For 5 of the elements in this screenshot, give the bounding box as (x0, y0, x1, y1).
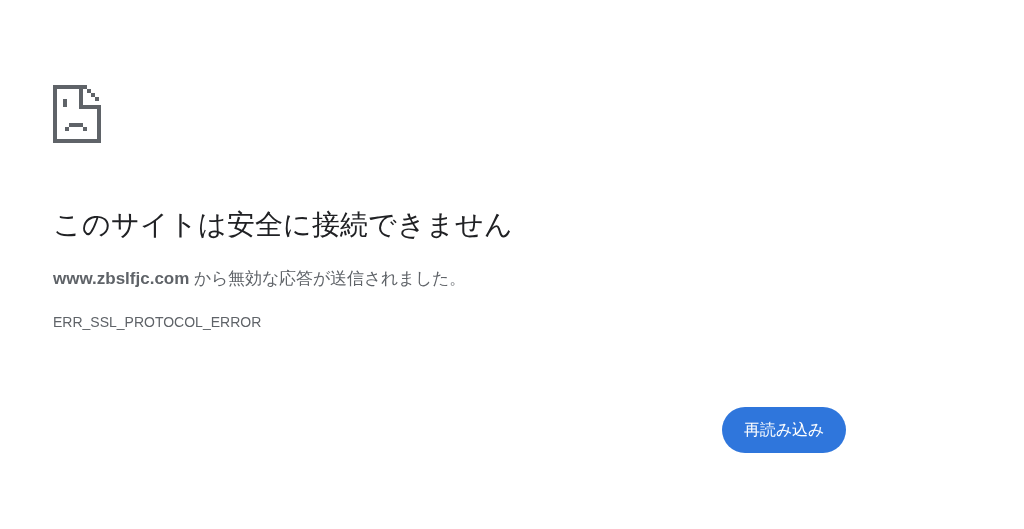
error-code: ERR_SSL_PROTOCOL_ERROR (53, 313, 263, 332)
reload-button[interactable]: 再読み込み (722, 407, 846, 453)
sad-page-icon (53, 85, 101, 143)
error-message: www.zbslfjc.com から無効な応答が送信されました。 (53, 268, 468, 290)
error-heading: このサイトは安全に接続できません (53, 208, 514, 242)
